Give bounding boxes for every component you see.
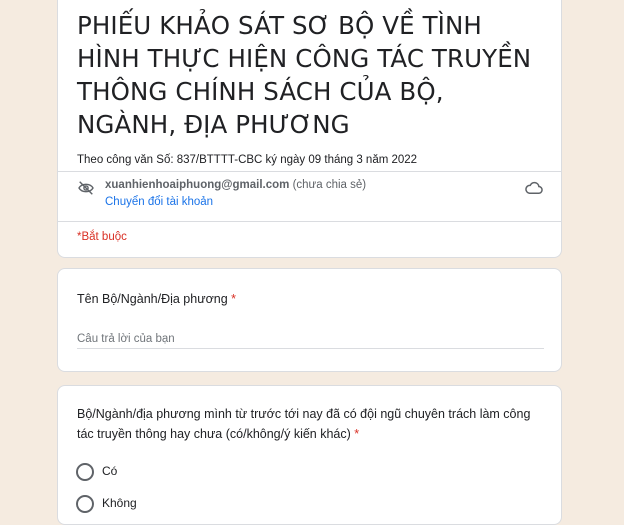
form-title: PHIẾU KHẢO SÁT SƠ BỘ VỀ TÌNH HÌNH THỰC H…: [77, 11, 532, 139]
question-label: Tên Bộ/Ngành/Địa phương *: [77, 289, 547, 309]
question-label: Bộ/Ngành/địa phương mình từ trước tới na…: [77, 404, 547, 444]
form-description: Theo công văn Số: 837/BTTTT-CBC ký ngày …: [77, 154, 418, 166]
question-text: Bộ/Ngành/địa phương mình từ trước tới na…: [77, 407, 531, 441]
required-asterisk: *: [231, 292, 237, 306]
radio-button[interactable]: [76, 463, 94, 481]
divider: [58, 221, 561, 222]
required-note: *Bắt buộc: [77, 231, 127, 243]
divider: [58, 171, 561, 172]
required-asterisk: *: [354, 427, 360, 441]
account-email: xuanhienhoaiphuong@gmail.com (chưa chia …: [105, 179, 366, 191]
question-card-team: Bộ/Ngành/địa phương mình từ trước tới na…: [57, 385, 562, 525]
cloud-save-icon[interactable]: [525, 181, 543, 195]
radio-button[interactable]: [76, 495, 94, 513]
answer-input[interactable]: [77, 330, 544, 349]
question-card-name: Tên Bộ/Ngành/Địa phương *: [57, 268, 562, 372]
eye-off-icon: [78, 181, 94, 195]
question-text: Tên Bộ/Ngành/Địa phương: [77, 292, 228, 306]
radio-label: Có: [102, 464, 118, 478]
form-header-card: PHIẾU KHẢO SÁT SƠ BỘ VỀ TÌNH HÌNH THỰC H…: [57, 0, 562, 258]
account-status: (chưa chia sẻ): [292, 179, 367, 191]
switch-account-link[interactable]: Chuyển đổi tài khoản: [105, 196, 213, 208]
account-row: xuanhienhoaiphuong@gmail.com (chưa chia …: [77, 179, 547, 213]
account-email-text: xuanhienhoaiphuong@gmail.com: [105, 179, 290, 191]
radio-label: Không: [102, 496, 137, 510]
